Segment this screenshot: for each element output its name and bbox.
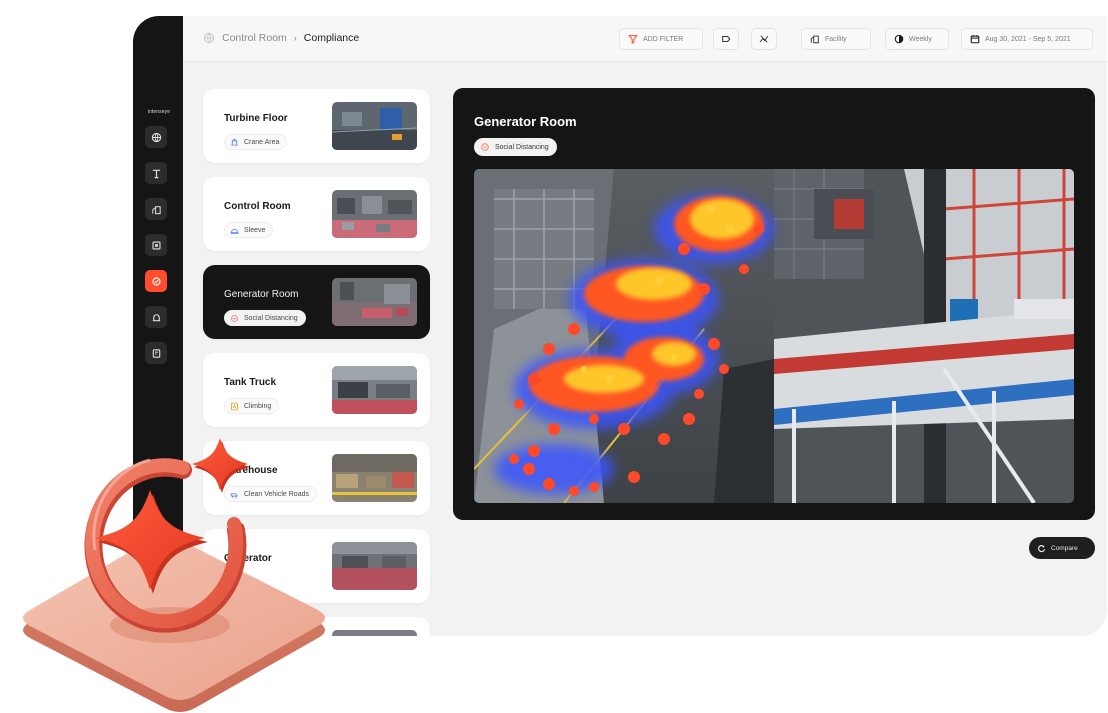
camera-name: Generator Room [224,289,299,300]
compliance-badge-illustration [0,420,340,713]
brand-logo: intenseye [147,109,171,115]
home-icon [203,32,215,44]
rule-label: Social Distancing [244,314,298,322]
factory-icon [810,35,819,44]
camera-viewer: Generator Room Social Distancing [453,88,1095,520]
nav-alert[interactable] [145,306,167,328]
nav-globe[interactable] [145,126,167,148]
camera-name: Turbine Floor [224,113,288,124]
distance-icon [481,143,489,151]
rule-tag: Crane Area [224,134,288,150]
period-label: Weekly [909,35,932,43]
nav-crane[interactable] [145,162,167,184]
box-icon [151,240,161,250]
camera-name: Control Room [224,201,291,212]
rule-tag: Sleeve [224,222,274,238]
facility-select[interactable]: Facility [801,28,871,50]
trend-toggle-button[interactable] [751,28,777,50]
report-icon [152,348,160,358]
heatmap-frame[interactable] [474,169,1074,503]
add-filter-label: ADD FILTER [643,35,684,43]
facility-label: Facility [825,35,847,43]
refresh-icon [1038,544,1046,552]
distance-icon [231,314,238,322]
breadcrumb: Control Room › Compliance [203,32,359,44]
camera-card-turbine-floor[interactable]: Turbine Floor Crane Area [203,89,430,163]
rule-tag: Climbing [224,398,280,414]
compliance-icon [151,276,161,286]
viewer-rule-label: Social Distancing [495,143,549,151]
camera-thumbnail [332,102,417,150]
rule-tag: Social Distancing [224,310,306,326]
calendar-icon [970,35,980,44]
rule-label: Sleeve [244,226,266,234]
filter-icon [628,35,638,44]
nav-box[interactable] [145,234,167,256]
tag-icon [722,36,731,42]
factory-icon [151,205,161,214]
period-icon [894,34,904,44]
camera-thumbnail [332,630,417,636]
nav-factory[interactable] [145,198,167,220]
compare-button[interactable]: Compare [1029,537,1095,559]
camera-card-tank-truck[interactable]: Tank Truck Climbing [203,353,430,427]
trend-icon [759,35,769,43]
climb-icon [231,402,238,410]
breadcrumb-current: Compliance [303,32,360,44]
crane-icon [231,138,238,146]
helmet-icon [230,228,239,234]
date-range-picker[interactable]: Aug 30, 2021 - Sep 5, 2021 [961,28,1093,50]
breadcrumb-separator: › [293,33,297,43]
globe-icon [151,132,161,142]
camera-thumbnail [332,542,417,590]
top-bar: Control Room › Compliance ADD FILTER Fac… [183,16,1107,62]
crane-icon [152,169,160,178]
breadcrumb-root[interactable]: Control Room [222,32,287,44]
rule-label: Climbing [244,402,272,410]
camera-name: Tank Truck [224,377,277,388]
camera-thumbnail [332,454,417,502]
add-filter-button[interactable]: ADD FILTER [619,28,703,50]
camera-thumbnail [332,366,417,414]
viewer-rule-tag: Social Distancing [474,138,557,156]
tag-toggle-button[interactable] [713,28,739,50]
camera-card-control-room[interactable]: Control Room Sleeve [203,177,430,251]
viewer-title: Generator Room [474,114,577,129]
nav-compliance[interactable] [145,270,167,292]
date-range-label: Aug 30, 2021 - Sep 5, 2021 [985,35,1071,43]
compare-label: Compare [1051,544,1078,552]
camera-thumbnail [332,190,417,238]
camera-card-generator-room[interactable]: Generator Room Social Distancing [203,265,430,339]
camera-thumbnail [332,278,417,326]
period-select[interactable]: Weekly [885,28,949,50]
rule-label: Crane Area [244,138,280,146]
nav-report[interactable] [145,342,167,364]
alert-icon [152,313,160,321]
